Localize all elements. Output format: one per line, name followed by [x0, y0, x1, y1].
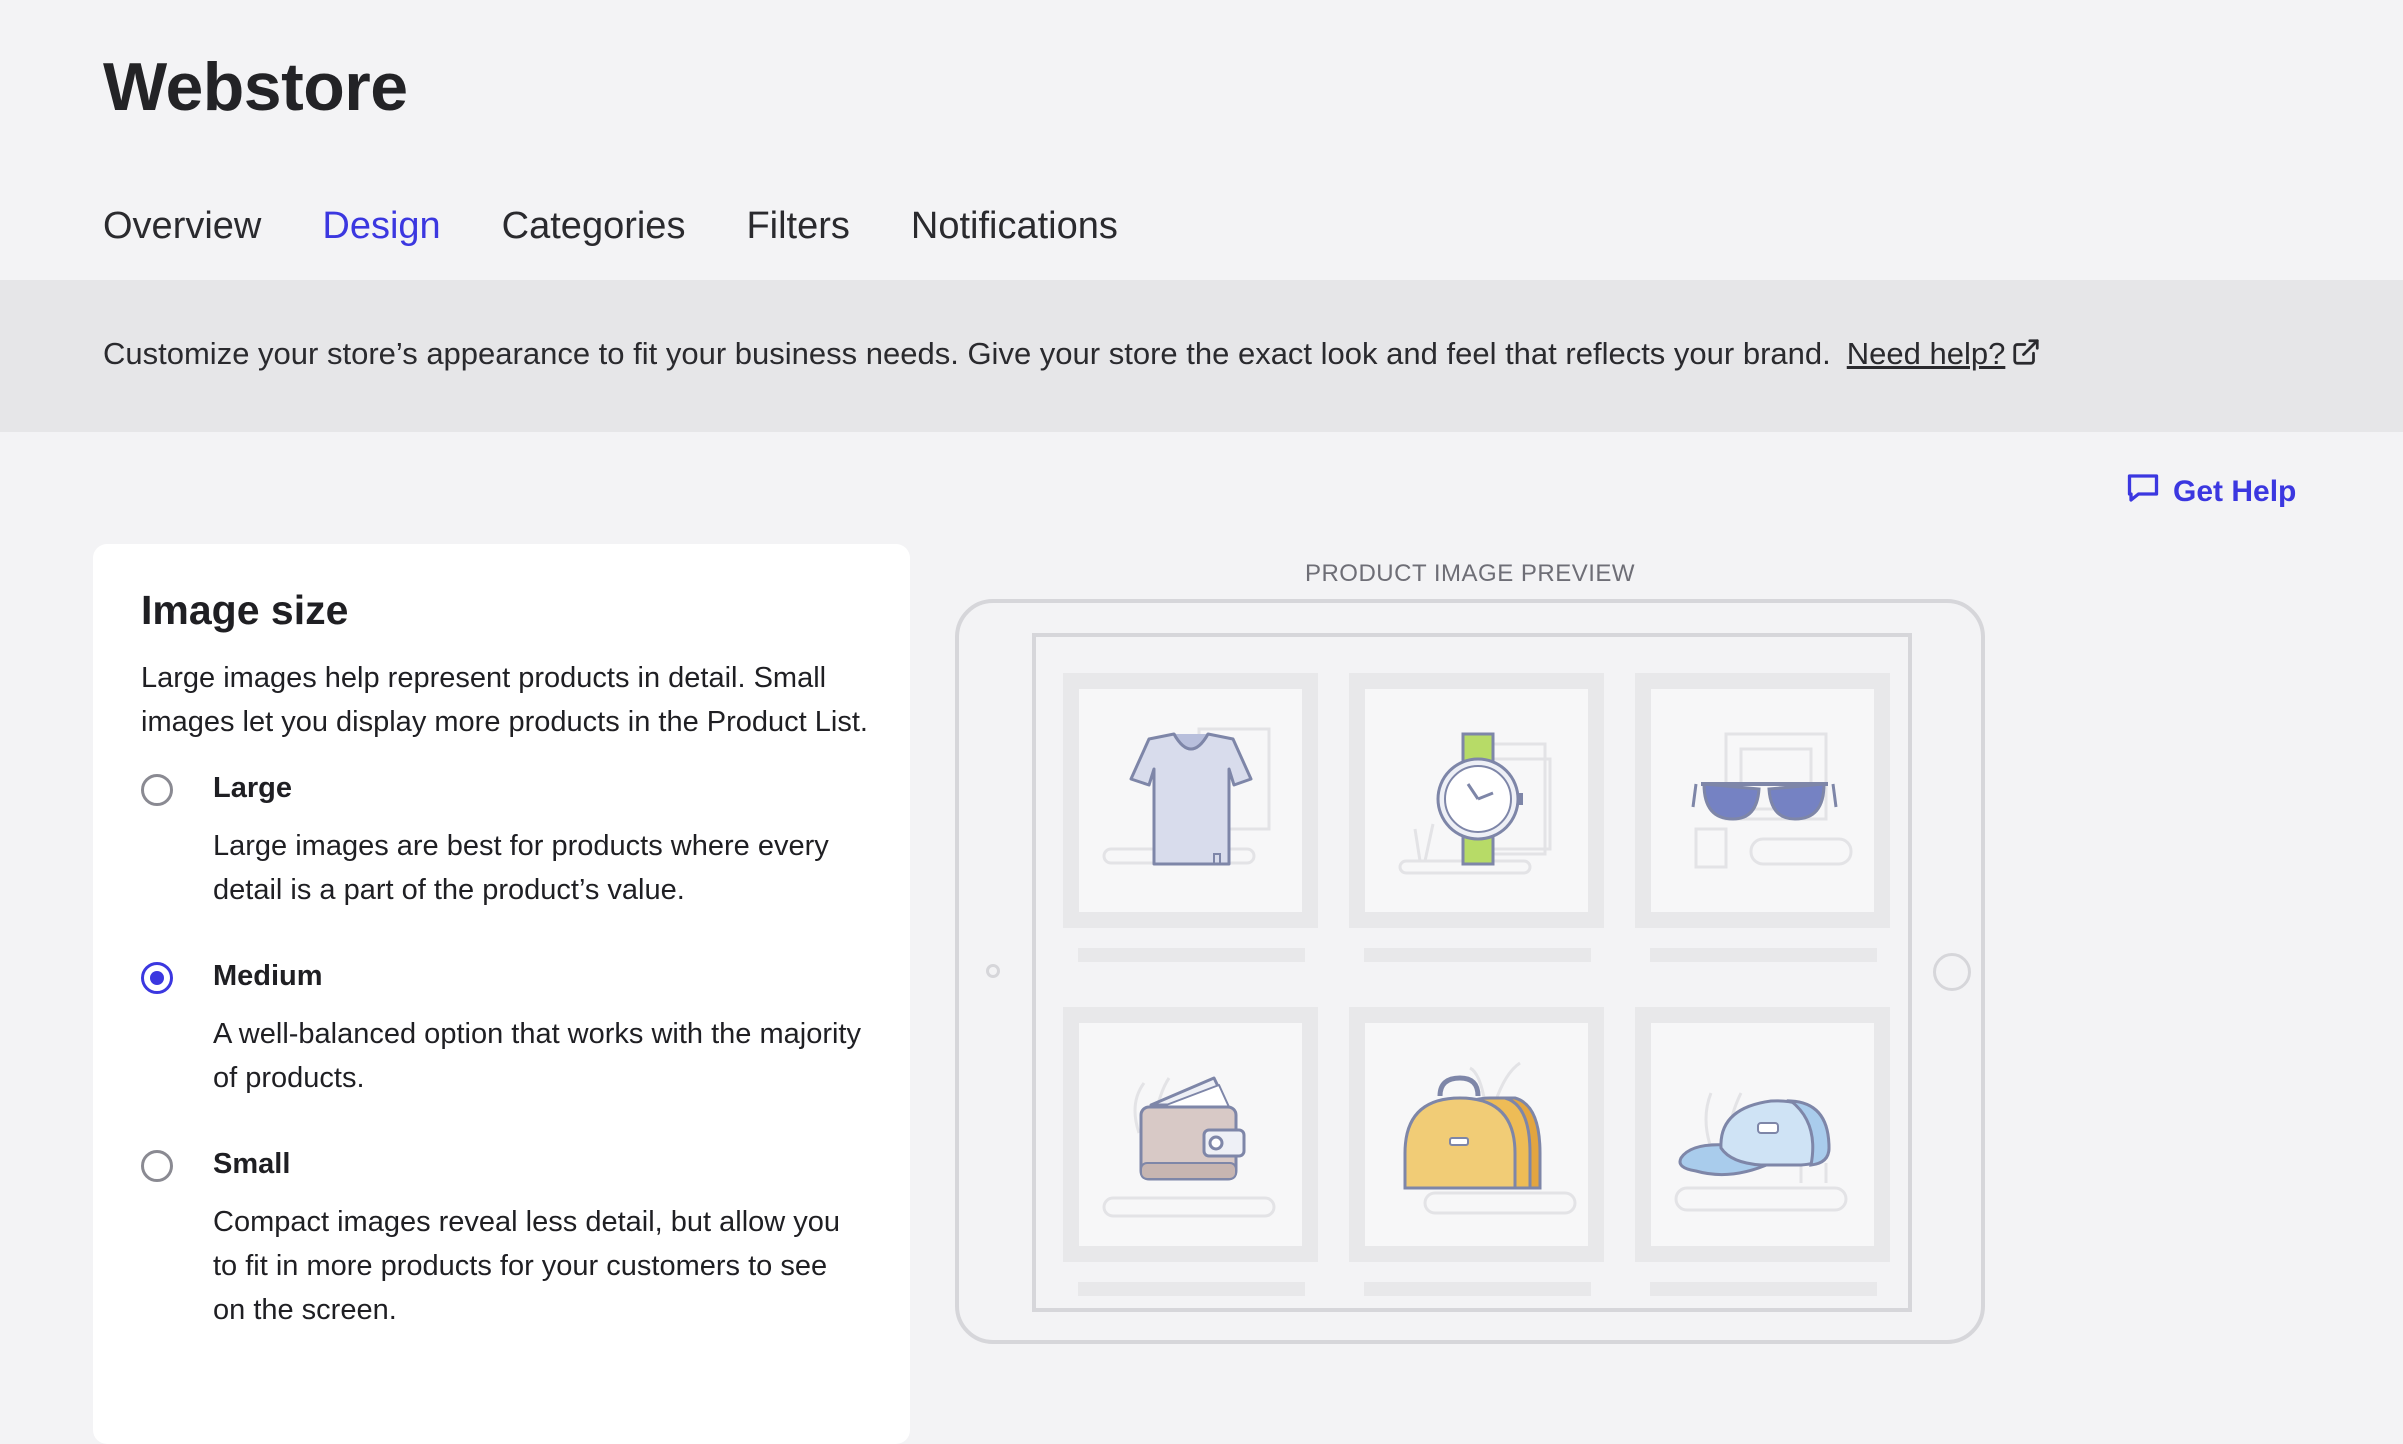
image-size-card: Image size Large images help represent p… [93, 544, 910, 1444]
option-large-description: Large images are best for products where… [213, 830, 829, 906]
product-caption-placeholder [1650, 948, 1877, 962]
sunglasses-icon [1691, 732, 1853, 869]
radio-large[interactable] [141, 774, 173, 806]
tablet-screen [1032, 633, 1912, 1312]
product-tile [1349, 673, 1604, 928]
option-small-description: Compact images reveal less detail, but a… [213, 1206, 841, 1326]
get-help-button[interactable]: Get Help [2125, 470, 2296, 514]
chat-icon [2125, 470, 2173, 514]
product-caption-placeholder [1364, 1282, 1591, 1296]
tab-notifications[interactable]: Notifications [911, 198, 1118, 280]
external-link-icon[interactable] [2011, 337, 2041, 375]
watch-icon [1398, 732, 1552, 875]
info-banner: Customize your store’s appearance to fit… [0, 280, 2403, 432]
tablet-camera [986, 964, 1000, 978]
option-large-label[interactable]: Large [213, 772, 292, 805]
radio-medium[interactable] [141, 962, 173, 994]
product-tile [1635, 1007, 1890, 1262]
option-small-label[interactable]: Small [213, 1148, 290, 1181]
card-title: Image size [141, 587, 349, 633]
bag-icon [1403, 1061, 1577, 1215]
tab-overview[interactable]: Overview [103, 198, 261, 280]
t-shirt-icon [1102, 727, 1271, 866]
need-help-link[interactable]: Need help? [1847, 336, 2006, 371]
preview-label: PRODUCT IMAGE PREVIEW [1304, 560, 1636, 587]
product-caption-placeholder [1078, 1282, 1305, 1296]
tablet-preview [955, 599, 1985, 1344]
tab-design[interactable]: Design [322, 198, 441, 306]
tab-filters[interactable]: Filters [746, 198, 849, 280]
card-description: Large images help represent products in … [141, 662, 868, 738]
page-title: Webstore [103, 49, 408, 125]
cap-icon [1674, 1092, 1848, 1212]
product-tile [1349, 1007, 1604, 1262]
product-caption-placeholder [1078, 948, 1305, 962]
tablet-home-button [1933, 953, 1971, 991]
product-caption-placeholder [1650, 1282, 1877, 1296]
tab-bar: Overview Design Categories Filters Notif… [103, 198, 1179, 306]
wallet-icon [1102, 1076, 1276, 1218]
radio-small[interactable] [141, 1150, 173, 1182]
tab-categories[interactable]: Categories [502, 198, 686, 280]
option-medium-description: A well-balanced option that works with t… [213, 1018, 861, 1094]
product-tile [1063, 1007, 1318, 1262]
banner-description: Customize your store’s appearance to fit… [103, 336, 1831, 371]
banner-text-row: Customize your store’s appearance to fit… [103, 336, 2041, 375]
product-caption-placeholder [1364, 948, 1591, 962]
product-tile [1063, 673, 1318, 928]
get-help-label: Get Help [2173, 475, 2297, 508]
option-medium-label[interactable]: Medium [213, 960, 323, 993]
product-tile [1635, 673, 1890, 928]
